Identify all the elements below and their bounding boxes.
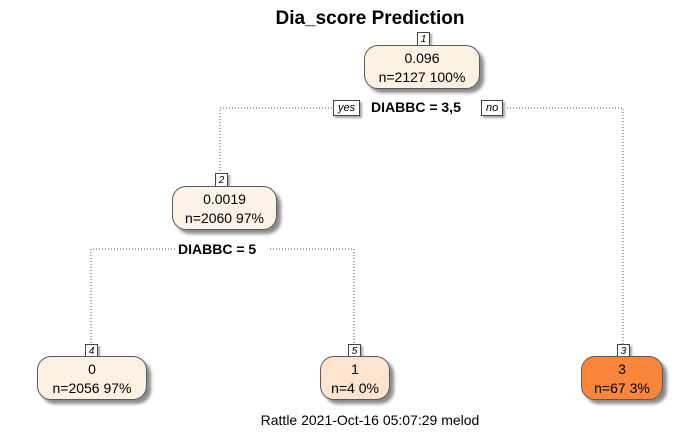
tree-node-1[interactable]: 0.096 n=2127 100% bbox=[364, 45, 480, 89]
node-2-count: n=2060 97% bbox=[184, 210, 265, 226]
no-label: no bbox=[481, 100, 504, 116]
root-split-label: DIABBC = 3,5 bbox=[369, 99, 463, 115]
edge-1-2 bbox=[219, 107, 333, 186]
node-1-count: n=2127 100% bbox=[378, 69, 466, 85]
chart-title: Dia_score Prediction bbox=[275, 8, 465, 29]
node-1-value: 0.096 bbox=[404, 50, 440, 66]
node-5-value: 1 bbox=[351, 361, 359, 377]
tree-node-2[interactable]: 0.0019 n=2060 97% bbox=[172, 186, 277, 230]
edge-2-4 bbox=[90, 248, 176, 358]
yes-label: yes bbox=[333, 100, 361, 116]
node-3-count: n=67 3% bbox=[594, 380, 650, 396]
node-4-value: 0 bbox=[88, 361, 96, 377]
node-2-split-label: DIABBC = 5 bbox=[176, 241, 259, 257]
edge-1-3 bbox=[507, 107, 624, 345]
node-4-count: n=2056 97% bbox=[52, 380, 132, 396]
tree-node-3[interactable]: 3 n=67 3% bbox=[581, 356, 663, 400]
tree-node-5[interactable]: 1 n=4 0% bbox=[320, 356, 390, 400]
node-5-count: n=4 0% bbox=[331, 380, 379, 396]
footer-caption: Rattle 2021-Oct-16 05:07:29 melod bbox=[260, 412, 480, 428]
tree-node-4[interactable]: 0 n=2056 97% bbox=[37, 356, 147, 400]
node-2-value: 0.0019 bbox=[203, 191, 246, 207]
edge-2-5 bbox=[270, 248, 355, 345]
node-3-value: 3 bbox=[618, 361, 626, 377]
